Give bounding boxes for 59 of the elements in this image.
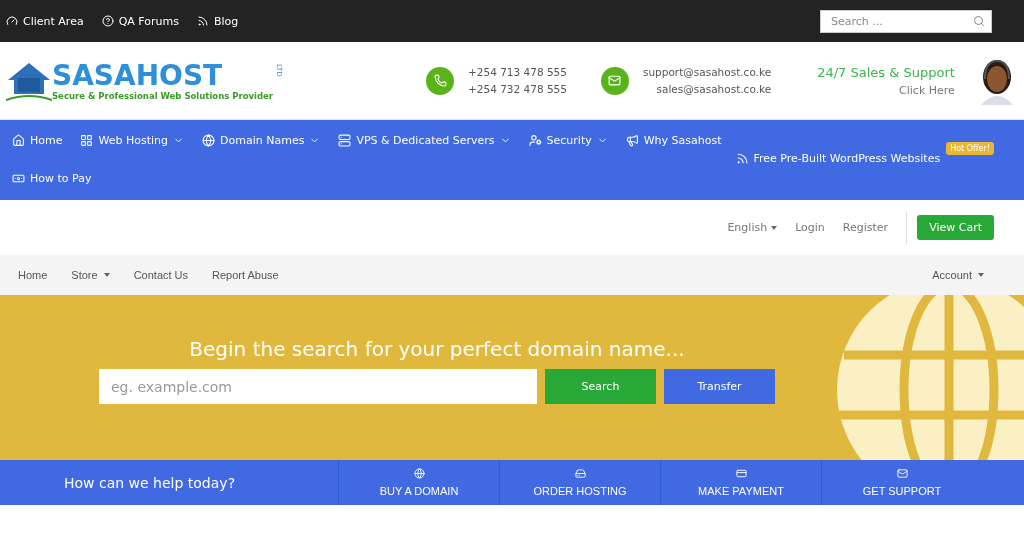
help-action-link[interactable]: BUY A DOMAIN (338, 460, 499, 505)
help-action-link[interactable]: GET SUPPORT (821, 460, 982, 505)
store-nav-link[interactable]: Store (71, 269, 110, 281)
nav-link[interactable]: How to Pay (12, 168, 92, 188)
store-nav-link[interactable]: Contact Us (133, 269, 189, 281)
search-icon (973, 15, 985, 27)
click-here-link[interactable]: Click Here (899, 83, 955, 97)
hot-offer-badge: Hot Offer! (946, 142, 994, 155)
nav-link[interactable]: Web Hosting (80, 130, 185, 150)
logo-tagline: Secure & Professional Web Solutions Provider (52, 90, 273, 101)
account-link[interactable]: Register (842, 221, 889, 234)
home-icon (12, 133, 25, 147)
caret-icon (978, 273, 984, 277)
mail-icon (601, 66, 629, 95)
grid-icon (80, 133, 94, 147)
nav-link[interactable]: VPS & Dedicated Servers (338, 130, 511, 150)
question-icon (101, 15, 114, 27)
phone-number: +254 732 478 555 (468, 81, 567, 97)
domain-input[interactable]: eg. example.com (99, 369, 537, 404)
caret-icon (771, 225, 778, 230)
language-dropdown[interactable]: English (727, 221, 778, 234)
email-address: support@sasahost.co.ke (643, 64, 772, 80)
store-nav-link[interactable]: Report Abuse (212, 269, 279, 281)
server-icon (338, 133, 352, 147)
nav-link[interactable]: Domain Names (202, 130, 321, 150)
email-address: sales@sasahost.co.ke (656, 81, 772, 97)
help-action-link[interactable]: MAKE PAYMENT (660, 460, 821, 505)
top-link[interactable]: Blog (196, 14, 239, 28)
search-button[interactable]: Search (545, 369, 656, 404)
globe-icon (202, 133, 216, 147)
nav-link[interactable]: Security (528, 130, 608, 150)
top-link[interactable]: QA Forums (101, 14, 179, 28)
nav-link[interactable]: Why Sasahost (625, 130, 722, 150)
feed-icon (196, 15, 209, 27)
account-menu[interactable]: Account (932, 269, 984, 281)
hero-title: Begin the search for your perfect domain name... (189, 337, 685, 361)
support-title: 24/7 Sales & Support (817, 64, 955, 80)
store-nav-link[interactable]: Home (18, 269, 48, 281)
drive-icon (574, 468, 586, 479)
phone-icon (426, 66, 454, 95)
top-link[interactable]: Client Area (6, 14, 84, 28)
caret-icon (103, 273, 110, 277)
nav-link[interactable]: Free Pre-Built WordPress Websites (735, 148, 941, 168)
dashboard-icon (6, 15, 18, 27)
feed-icon (735, 151, 749, 165)
account-link[interactable]: Login (795, 221, 825, 234)
logo-wordmark: SASAHOST (52, 60, 224, 91)
globe-icon (413, 468, 425, 479)
card-icon (735, 468, 747, 479)
megaphone-icon (625, 133, 639, 147)
transfer-button[interactable]: Transfer (664, 369, 775, 404)
search-field[interactable]: Search ... (820, 9, 992, 33)
help-title: How can we help today? (63, 473, 237, 493)
help-action-link[interactable]: ORDER HOSTING (499, 460, 660, 505)
user-icon (528, 133, 542, 147)
view-cart-button[interactable]: View Cart (917, 215, 994, 240)
nav-link[interactable]: Home (12, 130, 63, 150)
envelope-icon (896, 468, 908, 479)
phone-number: +254 713 478 555 (468, 64, 567, 80)
